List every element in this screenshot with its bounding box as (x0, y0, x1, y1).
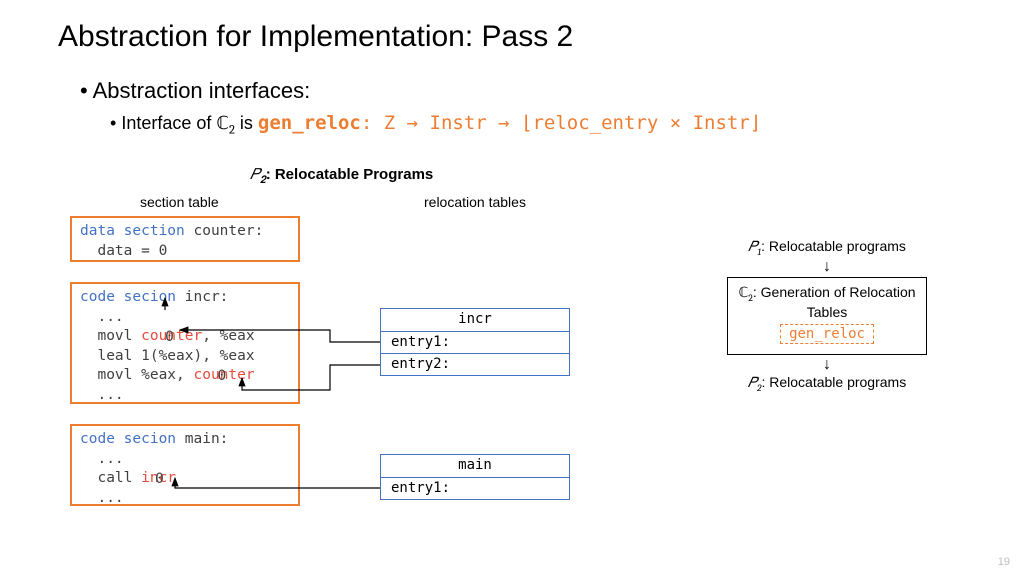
flow-c2-label: ℂ2: Generation of Relocation Tables (738, 284, 916, 320)
p2-math: 𝑃2 (748, 374, 762, 391)
reloc-row: entry2: (381, 353, 569, 375)
text-interface-prefix: Interface of (121, 113, 216, 133)
slide-title: Abstraction for Implementation: Pass 2 (58, 20, 573, 54)
p1-text: : Relocatable programs (761, 238, 906, 254)
page-number: 19 (998, 556, 1010, 568)
code-data-name: counter: (185, 223, 264, 239)
code-line: leal 1(%eax), %eax (80, 347, 290, 367)
code-line: data = 0 (80, 242, 290, 262)
code-box-incr: code secion incr: ... movl counter0, %ea… (70, 282, 300, 404)
code-line: data section counter: (80, 222, 290, 242)
overlay-zero: 0 (155, 470, 164, 490)
text-is: is (235, 113, 258, 133)
p2-math-p: 𝑃 (250, 165, 260, 183)
code-line-movl-counter: movl counter0, %eax (80, 327, 290, 347)
p2-heading: 𝑃𝟐: Relocatable Programs (250, 165, 433, 187)
p1-math: 𝑃1 (748, 238, 761, 255)
code-line: ... (80, 386, 290, 406)
arrow-down-icon: ↓ (692, 357, 962, 373)
reloc-header: main (381, 455, 569, 477)
symbol-c2: ℂ2 (216, 113, 235, 134)
reloc-table-main: main entry1: (380, 454, 570, 500)
bullet-interface-c2: Interface of ℂ2 is gen_reloc: Z → Instr … (110, 112, 761, 138)
overlay-zero: 0 (165, 328, 174, 348)
code-text: call (80, 470, 141, 486)
flow-box-c2: ℂ2: Generation of Relocation Tables gen_… (727, 277, 927, 355)
code-line: ... (80, 489, 290, 509)
p2-glyph: 𝑃 (748, 374, 757, 391)
c2-glyph: ℂ2 (738, 284, 752, 301)
flow-diagram: 𝑃1: Relocatable programs ↓ ℂ2: Generatio… (692, 238, 962, 393)
code-main-name: main: (176, 431, 228, 447)
reloc-row: entry1: (381, 331, 569, 353)
overlay-zero: 0 (218, 367, 227, 387)
code-line-call-incr: call incr0 (80, 469, 290, 489)
reloc-row: entry1: (381, 477, 569, 499)
code-box-main: code secion main: ... call incr0 ... (70, 424, 300, 506)
code-text: movl (80, 328, 141, 344)
code-line: ... (80, 308, 290, 328)
code-box-data-section: data section counter: data = 0 (70, 216, 300, 262)
p2-math: 𝑃𝟐 (250, 165, 266, 183)
p2-text: : Relocatable programs (761, 374, 906, 390)
gen-reloc-type-sig: : Z → Instr → ⌊reloc_entry × Instr⌋ (361, 112, 761, 134)
kw-code-section: code secion (80, 431, 176, 447)
code-line: code secion incr: (80, 288, 290, 308)
label-relocation-tables: relocation tables (424, 194, 526, 210)
c2-g: ℂ (738, 284, 748, 301)
flow-p2: 𝑃2: Relocatable programs (692, 374, 962, 394)
gen-reloc-signature: gen_reloc: Z → Instr → ⌊reloc_entry × In… (258, 112, 761, 134)
code-line: ... (80, 450, 290, 470)
gen-reloc-dashed-box: gen_reloc (780, 324, 874, 344)
flow-p1: 𝑃1: Relocatable programs (692, 238, 962, 258)
arrow-down-icon: ↓ (692, 259, 962, 275)
kw-code-section: code secion (80, 289, 176, 305)
kw-data-section: data section (80, 223, 185, 239)
code-line: code secion main: (80, 430, 290, 450)
reloc-header: incr (381, 309, 569, 331)
c2-text: : Generation of Relocation Tables (753, 284, 916, 320)
symbol-c2-glyph: ℂ (216, 113, 229, 134)
code-line-movl-eax-counter: movl %eax, counter0 (80, 366, 290, 386)
p2-heading-text: : Relocatable Programs (266, 166, 434, 183)
bullet-abstraction-interfaces: Abstraction interfaces: (80, 78, 310, 104)
reloc-table-incr: incr entry1: entry2: (380, 308, 570, 376)
label-section-table: section table (140, 194, 219, 210)
p1-glyph: 𝑃 (748, 238, 757, 255)
code-text: movl %eax, (80, 367, 194, 383)
gen-reloc-name: gen_reloc (258, 112, 361, 134)
code-incr-name: incr: (176, 289, 228, 305)
code-text: , %eax (202, 328, 254, 344)
